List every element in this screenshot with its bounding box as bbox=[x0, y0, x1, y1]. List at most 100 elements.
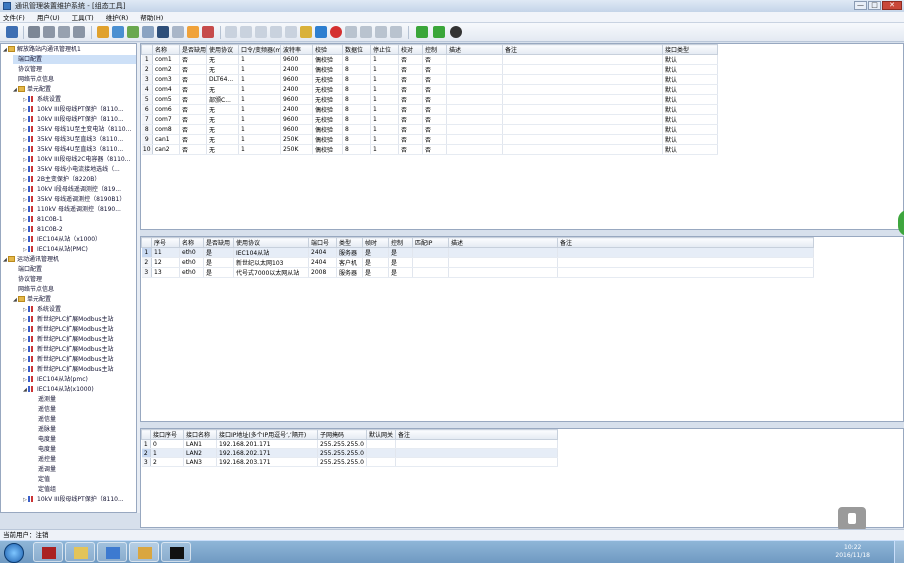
table-cell[interactable] bbox=[446, 54, 503, 65]
table-cell[interactable]: 8 bbox=[342, 94, 371, 105]
table-cell[interactable]: 无 bbox=[206, 134, 239, 145]
table-cell[interactable]: 是 bbox=[388, 257, 413, 268]
table-cell[interactable]: 默认 bbox=[662, 134, 718, 145]
table-cell[interactable]: LAN3 bbox=[183, 457, 217, 467]
table-cell[interactable]: 9600 bbox=[280, 114, 313, 125]
table-cell[interactable]: 250K bbox=[280, 134, 313, 145]
column-header[interactable]: 校对 bbox=[398, 44, 423, 55]
table-cell[interactable] bbox=[446, 104, 503, 115]
page-icon[interactable] bbox=[270, 26, 282, 38]
table-cell[interactable]: 无校验 bbox=[312, 94, 343, 105]
table-cell[interactable]: 8 bbox=[342, 84, 371, 95]
column-header[interactable] bbox=[141, 237, 152, 248]
tree-item[interactable]: ▷ 新世纪PLC扩展Modbus主站 bbox=[23, 355, 136, 364]
column-header[interactable]: 备注 bbox=[502, 44, 663, 55]
table-cell[interactable]: 否 bbox=[422, 64, 447, 75]
table-cell[interactable]: 无 bbox=[206, 124, 239, 135]
column-header[interactable]: 描述 bbox=[446, 44, 503, 55]
table-cell[interactable]: 默认 bbox=[662, 84, 718, 95]
table-cell[interactable] bbox=[502, 144, 663, 155]
table-cell[interactable]: 1 bbox=[370, 104, 399, 115]
table-cell[interactable]: 偶校验 bbox=[312, 54, 343, 65]
table-cell[interactable]: 是 bbox=[388, 267, 413, 278]
row-number[interactable]: 2 bbox=[141, 64, 153, 75]
table-cell[interactable]: com2 bbox=[152, 64, 180, 75]
tree-item[interactable]: 遥测量 bbox=[33, 395, 136, 404]
table-cell[interactable]: 1 bbox=[238, 144, 281, 155]
tree-item[interactable]: ▷ 35kV 母线3U至直线3（8110... bbox=[23, 135, 136, 144]
tree-item[interactable]: 电度量 bbox=[33, 445, 136, 454]
save-icon[interactable] bbox=[6, 26, 18, 38]
tree-item[interactable]: ▷ 10kV III段母线PT保护（8110... bbox=[23, 115, 136, 124]
table-cell[interactable]: com7 bbox=[152, 114, 180, 125]
table-row[interactable]: 10 can2 否无 1 250K 偶校验 8 1 否否默认 bbox=[141, 144, 718, 155]
tree-item[interactable]: ▷ 10kV III段母线PT保护（8110... bbox=[23, 105, 136, 114]
table-cell[interactable]: 否 bbox=[398, 144, 423, 155]
table-row[interactable]: 2 12 eth0 是新世纪以太网103 2404 客户机是是 bbox=[141, 257, 814, 268]
tree-item[interactable]: 网络节点信息 bbox=[13, 285, 136, 294]
column-header[interactable]: 接口名称 bbox=[183, 429, 217, 440]
table-cell[interactable]: 1 bbox=[370, 124, 399, 135]
table-cell[interactable]: 否 bbox=[179, 94, 207, 105]
column-header[interactable]: 名称 bbox=[152, 44, 180, 55]
table-cell[interactable]: 服务器 bbox=[336, 247, 363, 258]
table-cell[interactable]: 2400 bbox=[280, 84, 313, 95]
column-header[interactable]: 名称 bbox=[179, 237, 204, 248]
table-cell[interactable]: 8 bbox=[342, 144, 371, 155]
table-cell[interactable] bbox=[448, 247, 558, 258]
tree-item[interactable]: 遥脉量 bbox=[33, 425, 136, 434]
tree-item[interactable]: ▷ IEC104从站(pmc) bbox=[23, 375, 136, 384]
table-row[interactable]: 2 com2 否无 1 2400 偶校验 8 1 否否默认 bbox=[141, 64, 718, 75]
table-cell[interactable]: 否 bbox=[398, 114, 423, 125]
table-cell[interactable] bbox=[557, 247, 814, 258]
copy-icon[interactable] bbox=[240, 26, 252, 38]
table-cell[interactable]: 8 bbox=[342, 134, 371, 145]
table-cell[interactable]: 是 bbox=[362, 267, 389, 278]
table-cell[interactable]: 192.168.201.171 bbox=[216, 439, 318, 449]
table-cell[interactable]: 否 bbox=[179, 84, 207, 95]
tree-item[interactable]: ▷ 新世纪PLC扩展Modbus主站 bbox=[23, 365, 136, 374]
tree-item[interactable]: ▷ 35kV 母线遥调测控（8190B1） bbox=[23, 195, 136, 204]
table-row[interactable]: 9 can1 否无 1 250K 偶校验 8 1 否否默认 bbox=[141, 134, 718, 145]
table-cell[interactable]: 默认 bbox=[662, 54, 718, 65]
tree-item[interactable]: 网络节点信息 bbox=[13, 75, 136, 84]
table-cell[interactable]: 1 bbox=[238, 84, 281, 95]
table-cell[interactable]: 否 bbox=[398, 94, 423, 105]
table-cell[interactable]: 代号式7000以太网从站 bbox=[233, 267, 309, 278]
table-cell[interactable]: 默认 bbox=[662, 114, 718, 125]
task-console[interactable] bbox=[161, 542, 191, 562]
column-header[interactable]: 是否缺用 bbox=[179, 44, 207, 55]
table-cell[interactable]: 偶校验 bbox=[312, 134, 343, 145]
tree-item[interactable]: ▷ 新世纪PLC扩展Modbus主站 bbox=[23, 315, 136, 324]
column-header[interactable]: 口令/变频器(ms) bbox=[238, 44, 281, 55]
table-row[interactable]: 2 1 LAN2 192.168.202.171 255.255.255.0 bbox=[141, 448, 558, 458]
row-number[interactable]: 3 bbox=[141, 267, 152, 278]
table-cell[interactable]: 2400 bbox=[280, 64, 313, 75]
table-row[interactable]: 1 11 eth0 是 IEC104从站 2404 服务器是是 bbox=[141, 247, 814, 258]
close-button[interactable]: ✕ bbox=[882, 1, 902, 10]
column-header[interactable]: 备注 bbox=[557, 237, 814, 248]
table-cell[interactable] bbox=[502, 84, 663, 95]
tree-item[interactable]: ▷ 10kV III段母线2C电容器（8110... bbox=[23, 155, 136, 164]
table-cell[interactable]: 否 bbox=[398, 54, 423, 65]
move-down-icon[interactable] bbox=[360, 26, 372, 38]
paste-icon[interactable] bbox=[255, 26, 267, 38]
search-user-icon[interactable] bbox=[58, 26, 70, 38]
table-cell[interactable]: 9600 bbox=[280, 124, 313, 135]
table-cell[interactable]: 默认 bbox=[662, 74, 718, 85]
tree-item[interactable]: 协议管理 bbox=[13, 65, 136, 74]
download-icon[interactable] bbox=[112, 26, 124, 38]
tree-item[interactable]: ▷ 81C0B-1 bbox=[23, 215, 136, 224]
table-cell[interactable] bbox=[502, 124, 663, 135]
menu-file[interactable]: 文件(F) bbox=[3, 12, 25, 22]
column-header[interactable]: 端口号 bbox=[308, 237, 337, 248]
table-cell[interactable]: 偶校验 bbox=[312, 104, 343, 115]
floating-assistant-button[interactable] bbox=[838, 507, 866, 531]
table-cell[interactable] bbox=[366, 457, 396, 467]
arrow-down-icon[interactable] bbox=[416, 26, 428, 38]
table-cell[interactable]: 无校验 bbox=[312, 114, 343, 125]
row-number[interactable]: 3 bbox=[141, 74, 153, 85]
tree-item[interactable]: 电度量 bbox=[33, 435, 136, 444]
table-cell[interactable]: 8 bbox=[342, 64, 371, 75]
table-cell[interactable] bbox=[446, 64, 503, 75]
